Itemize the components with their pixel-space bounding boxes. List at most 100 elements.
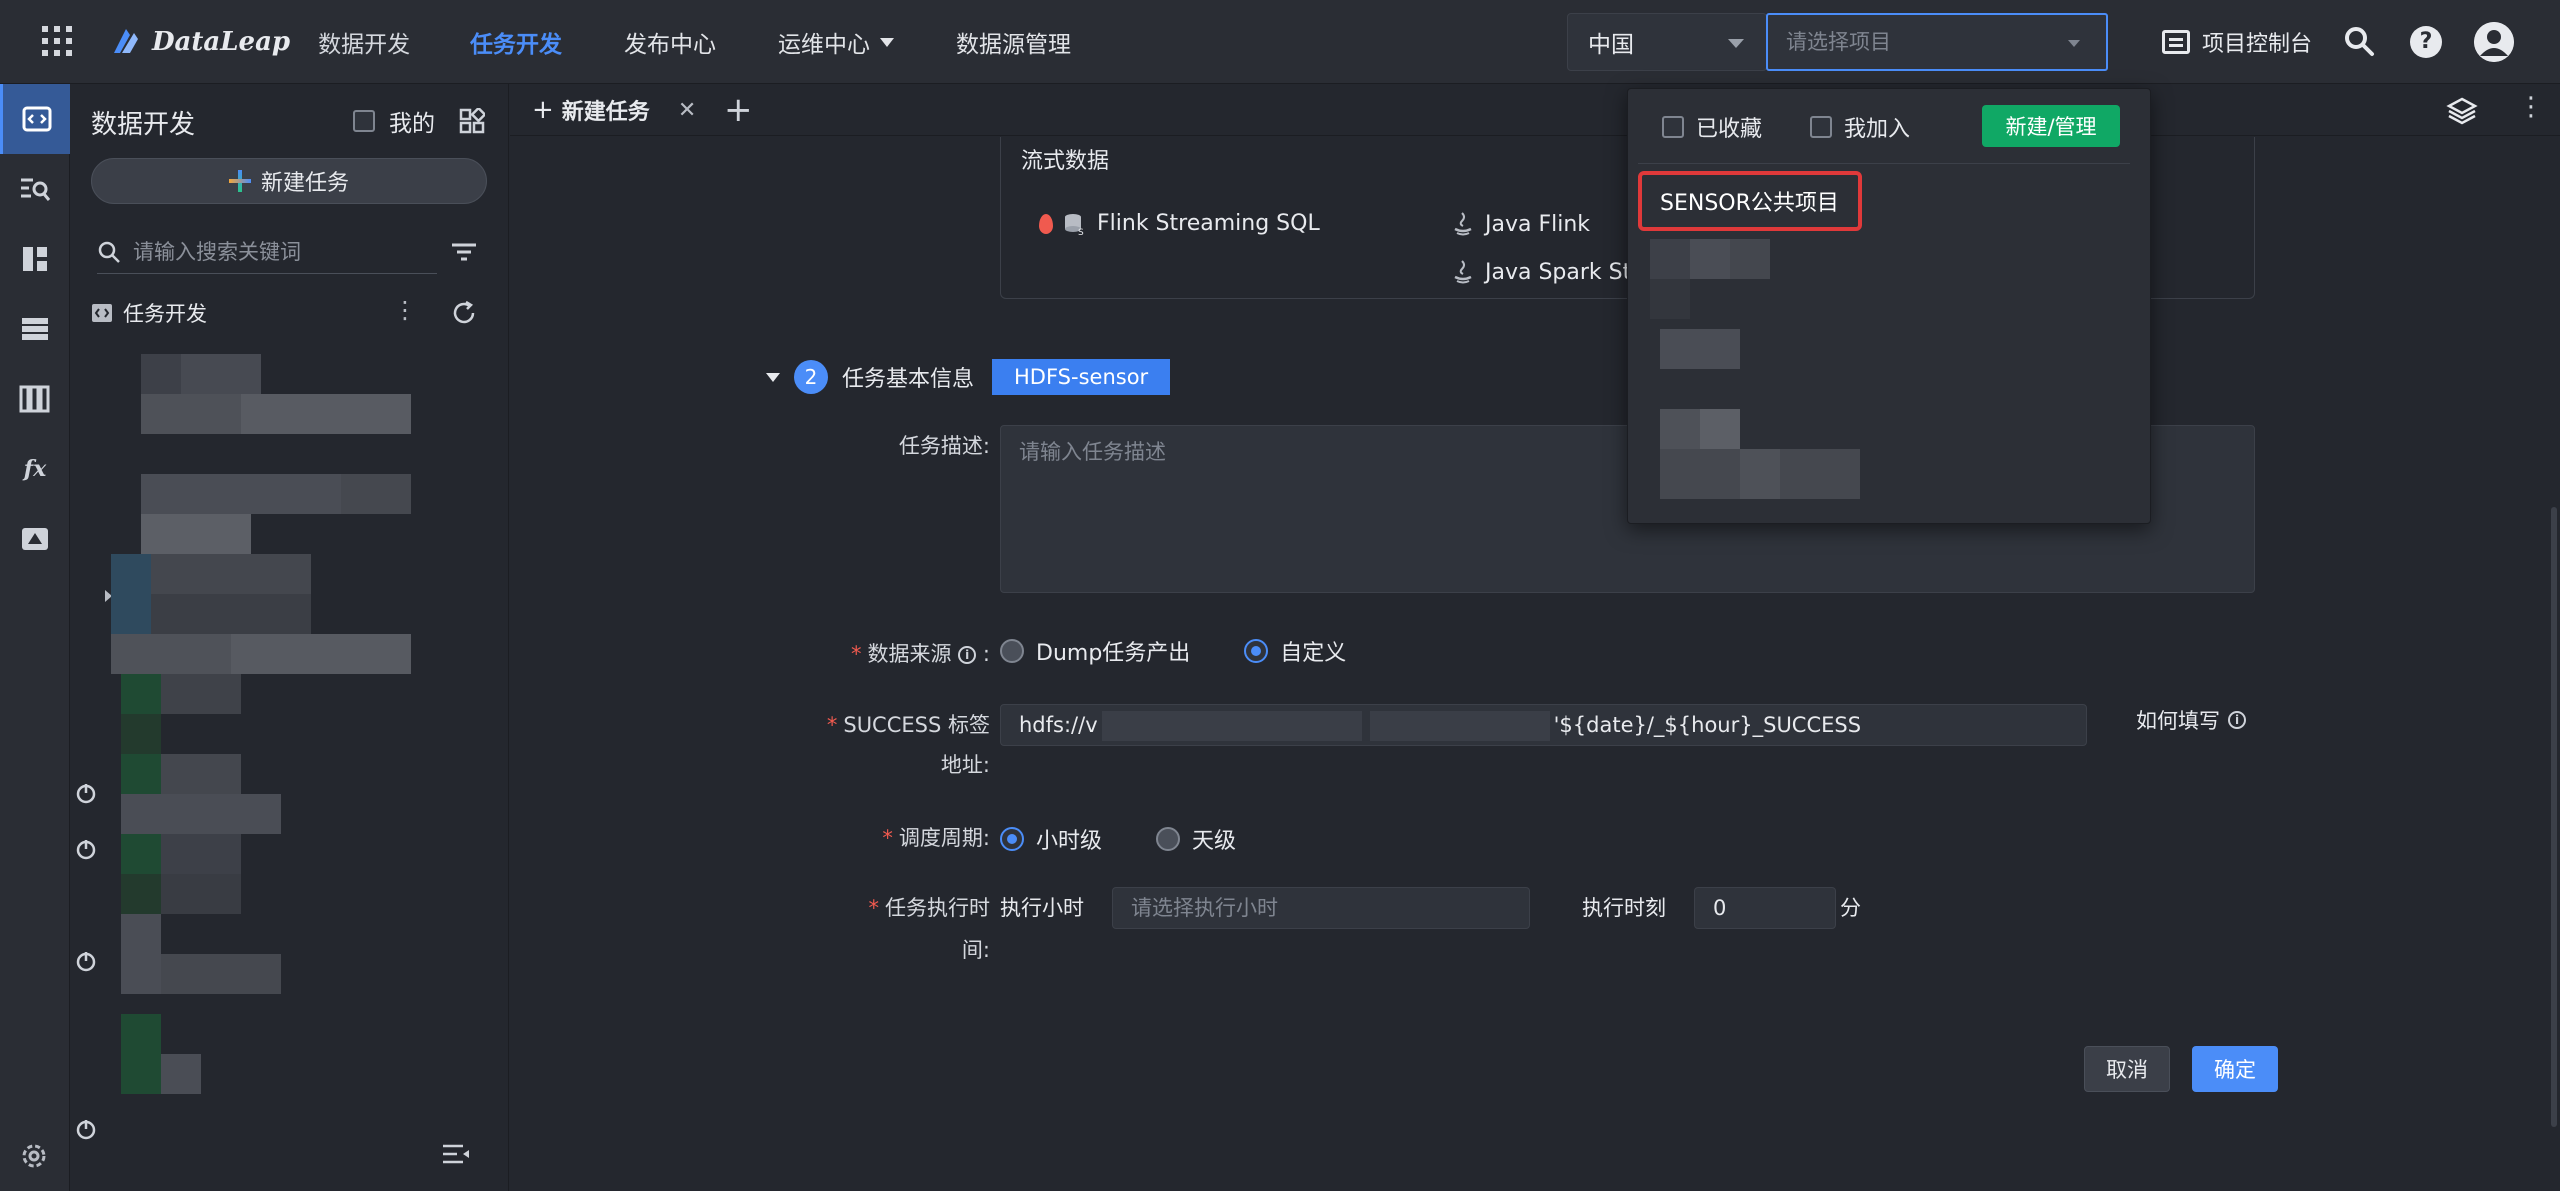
rail-dashboard[interactable] — [0, 224, 70, 294]
more-vertical-icon[interactable]: ⋮ — [393, 296, 417, 324]
rail-resources[interactable] — [0, 504, 70, 574]
collapse-sidebar-icon[interactable] — [441, 1142, 471, 1168]
exec-minute-input[interactable]: 0 — [1694, 887, 1836, 929]
nav-datasource[interactable]: 数据源管理 — [956, 25, 1071, 59]
power-icon — [76, 784, 96, 804]
collapse-arrow-icon[interactable] — [766, 372, 780, 382]
project-console-link[interactable]: 项目控制台 — [2162, 22, 2312, 62]
joined-checkbox[interactable] — [1810, 116, 1833, 138]
desc-label: 任务描述: — [898, 434, 990, 458]
plus-icon: + — [532, 95, 554, 125]
divider — [1638, 163, 2130, 164]
tree-root-task-dev[interactable]: 任务开发 ⋮ — [91, 296, 417, 328]
task-tree-blurred — [76, 354, 471, 1191]
required-mark: * — [882, 826, 893, 850]
project-dropdown-panel: 已收藏 我加入 新建/管理 SENSOR公共项目 — [1627, 88, 2151, 524]
rail-database[interactable] — [0, 294, 70, 364]
settings-gear-icon[interactable] — [17, 1139, 51, 1173]
exec-time-label: * 任务执行时 间: — [868, 896, 991, 962]
new-task-button[interactable]: 新建任务 — [91, 158, 487, 204]
section-basic-info-header[interactable]: 2 任务基本信息 HDFS-sensor — [766, 359, 1171, 395]
nav-task-dev[interactable]: 任务开发 — [470, 25, 562, 59]
required-mark: * — [851, 642, 862, 666]
section-title: 任务基本信息 — [842, 367, 975, 392]
minute-unit: 分 — [1840, 896, 1861, 920]
java-icon — [1454, 260, 1472, 284]
close-icon[interactable]: ✕ — [678, 98, 696, 123]
main-content: 流式数据 S Flink Streaming SQL Java Flink Ja… — [510, 137, 2560, 1191]
layout-switch-icon[interactable] — [459, 108, 485, 134]
exec-hour-select[interactable]: 请选择执行小时 — [1112, 887, 1530, 929]
svg-text:S: S — [1078, 228, 1084, 236]
radio-hourly[interactable] — [1000, 827, 1024, 851]
nav-publish-center[interactable]: 发布中心 — [624, 25, 716, 59]
power-icon — [76, 1120, 96, 1140]
function-icon: fx — [23, 456, 47, 482]
exec-hour-label: 执行小时 — [1000, 896, 1084, 920]
search-icon[interactable] — [2342, 24, 2376, 58]
chevron-down-icon — [2068, 40, 2080, 47]
power-icon — [76, 840, 96, 860]
console-icon — [2162, 30, 2190, 54]
rail-code-dev[interactable] — [0, 84, 70, 154]
source-label: * 数据来源 i : — [851, 642, 990, 666]
favorites-checkbox[interactable] — [1662, 116, 1684, 138]
checkbox[interactable] — [353, 110, 375, 132]
sidebar-search-input[interactable] — [133, 239, 423, 264]
sql-database-icon: S — [1065, 213, 1084, 236]
project-search-input[interactable] — [1786, 30, 2046, 54]
tab-new-task[interactable]: + 新建任务 ✕ — [532, 84, 696, 136]
search-icon — [98, 241, 120, 263]
java-icon — [1454, 212, 1472, 236]
avatar[interactable] — [2474, 22, 2514, 62]
exec-minute-label: 执行时刻 — [1582, 896, 1666, 920]
power-icon — [76, 952, 96, 972]
mine-filter-checkbox[interactable]: 我的 — [353, 104, 435, 138]
code-icon — [92, 304, 112, 322]
library-icon — [19, 385, 50, 413]
radio-dump-output[interactable] — [1000, 639, 1024, 663]
sidebar-search — [97, 230, 437, 274]
cancel-button[interactable]: 取消 — [2084, 1046, 2170, 1092]
dataleap-logo-icon — [114, 29, 138, 53]
required-mark: * — [826, 713, 838, 737]
layers-icon[interactable] — [2446, 96, 2478, 126]
dashboard-icon — [23, 247, 47, 271]
how-to-fill-link[interactable]: 如何填写 i — [2136, 705, 2246, 735]
top-bar: DataLeap 数据开发 任务开发 发布中心 运维中心 数据源管理 中国 项目… — [0, 0, 2560, 84]
editor-tabbar: + 新建任务 ✕ + ⋮ — [510, 84, 2560, 136]
option-java-flink[interactable]: Java Flink — [1451, 211, 1590, 237]
more-vertical-icon[interactable]: ⋮ — [2518, 92, 2544, 122]
step-number-badge: 2 — [794, 360, 828, 394]
content-scrollbar[interactable] — [2551, 507, 2557, 1127]
option-flink-streaming-sql[interactable]: S Flink Streaming SQL — [1039, 211, 1320, 236]
chevron-down-icon — [880, 37, 894, 47]
chevron-down-icon — [1728, 39, 1744, 48]
success-path-input[interactable]: hdfs://v '${date}/_${hour}_SUCCESS — [1000, 704, 2087, 746]
region-select[interactable]: 中国 — [1567, 13, 1767, 71]
info-icon[interactable]: i — [958, 646, 977, 664]
rail-functions[interactable]: fx — [0, 434, 70, 504]
project-item-sensor-public[interactable]: SENSOR公共项目 — [1638, 171, 1862, 231]
help-icon[interactable]: ? — [2410, 26, 2442, 58]
rail-data-query[interactable] — [0, 154, 70, 224]
refresh-icon[interactable] — [451, 300, 477, 326]
app-subtitle: 数据开发 — [318, 32, 411, 58]
nav-ops-center[interactable]: 运维中心 — [778, 25, 894, 59]
rail-library[interactable] — [0, 364, 70, 434]
radio-daily[interactable] — [1156, 827, 1181, 851]
option-java-spark-streaming[interactable]: Java Spark Stre — [1451, 259, 1653, 285]
apps-grid-icon[interactable] — [42, 26, 72, 56]
project-select[interactable] — [1766, 13, 2108, 71]
add-tab-button[interactable]: + — [724, 90, 753, 130]
project-filters: 已收藏 我加入 — [1662, 111, 1910, 143]
confirm-button[interactable]: 确定 — [2192, 1046, 2278, 1092]
new-manage-button[interactable]: 新建/管理 — [1982, 105, 2120, 147]
radio-custom[interactable] — [1244, 639, 1269, 663]
main-nav: 任务开发 发布中心 运维中心 数据源管理 — [470, 0, 1133, 84]
app-logo[interactable]: DataLeap 数据开发 — [108, 22, 410, 62]
project-list-blurred — [1650, 239, 1870, 509]
app-title: DataLeap — [152, 27, 291, 57]
filter-icon[interactable] — [451, 242, 477, 262]
database-icon — [22, 318, 48, 340]
